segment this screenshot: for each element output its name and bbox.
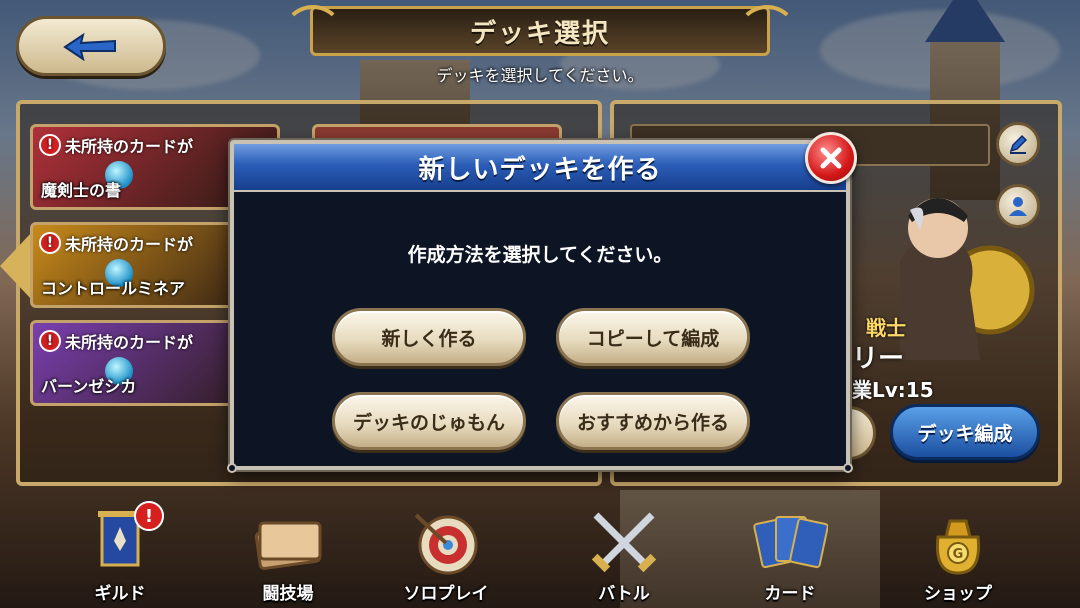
banner-ornament-right [737, 5, 797, 61]
dialog-title: 新しいデッキを作る [418, 154, 662, 185]
rename-button[interactable] [996, 122, 1040, 166]
dialog-header: 新しいデッキを作る [234, 144, 846, 192]
deck-name: 魔剣士の書 [41, 181, 122, 200]
hero-level: 業Lv:15 [852, 378, 934, 402]
page-subtitle: デッキを選択してください。 [436, 66, 644, 85]
guild-banner-icon: ! [82, 501, 164, 577]
close-icon [820, 147, 842, 169]
deck-warning: ! 未所持のカードが [39, 133, 193, 157]
arena-ticket-icon [250, 507, 326, 577]
create-from-recommended-button[interactable]: おすすめから作る [556, 392, 750, 450]
nav-label: ソロプレイ [403, 584, 489, 604]
hero-name: リー [852, 344, 905, 374]
svg-text:G: G [953, 547, 964, 562]
notification-badge: ! [134, 501, 164, 531]
title-banner: デッキ選択 [283, 5, 797, 56]
hero-class-label: 戦士 [866, 316, 906, 340]
banner-ornament-left [283, 5, 343, 61]
frame-corner [227, 463, 237, 473]
crossed-swords-icon [586, 507, 662, 577]
nav-solo-play[interactable]: ソロプレイ [376, 494, 516, 608]
left-scroll-arrow[interactable] [0, 232, 32, 300]
nav-label: バトル [598, 584, 650, 604]
bottom-nav: ! ギルド 闘技場 ソロプレイ バトル カード G ショップ [0, 494, 1080, 608]
deck-name: バーンゼシカ [41, 377, 137, 396]
deck-warning-text: 未所持のカードが [65, 235, 194, 254]
nav-battle[interactable]: バトル [554, 494, 694, 608]
warning-icon: ! [39, 134, 61, 156]
copy-and-edit-button[interactable]: コピーして編成 [556, 308, 750, 366]
nav-label: カード [764, 584, 816, 604]
warning-icon: ! [39, 330, 61, 352]
deck-name: コントロールミネア [41, 279, 186, 298]
deck-warning-text: 未所持のカードが [65, 333, 194, 352]
frame-corner [843, 463, 853, 473]
nav-cards[interactable]: カード [720, 494, 860, 608]
nav-label: ショップ [924, 584, 992, 604]
pencil-icon [1009, 134, 1028, 154]
nav-guild[interactable]: ! ギルド [50, 494, 190, 608]
deck-edit-button[interactable]: デッキ編成 [890, 404, 1040, 460]
cards-icon [752, 507, 829, 577]
back-arrow-icon [63, 32, 116, 61]
close-dialog-button[interactable] [805, 132, 857, 184]
deck-warning-text: 未所持のカードが [65, 137, 194, 156]
gold-bag-icon: G [920, 507, 996, 577]
deck-warning: ! 未所持のカードが [39, 329, 193, 353]
deck-warning: ! 未所持のカードが [39, 231, 193, 255]
page-title: デッキ選択 [469, 18, 610, 49]
nav-arena[interactable]: 闘技場 [218, 494, 358, 608]
dialog-prompt: 作成方法を選択してください。 [407, 244, 673, 266]
target-icon [408, 507, 484, 577]
nav-shop[interactable]: G ショップ [888, 494, 1028, 608]
create-new-button[interactable]: 新しく作る [332, 308, 526, 366]
create-deck-dialog: 新しいデッキを作る 作成方法を選択してください。 新しく作る コピーして編成 デ… [227, 140, 853, 473]
deck-code-button[interactable]: デッキのじゅもん [332, 392, 526, 450]
nav-label: 闘技場 [262, 584, 314, 604]
nav-label: ギルド [94, 584, 146, 604]
warning-icon: ! [39, 232, 61, 254]
